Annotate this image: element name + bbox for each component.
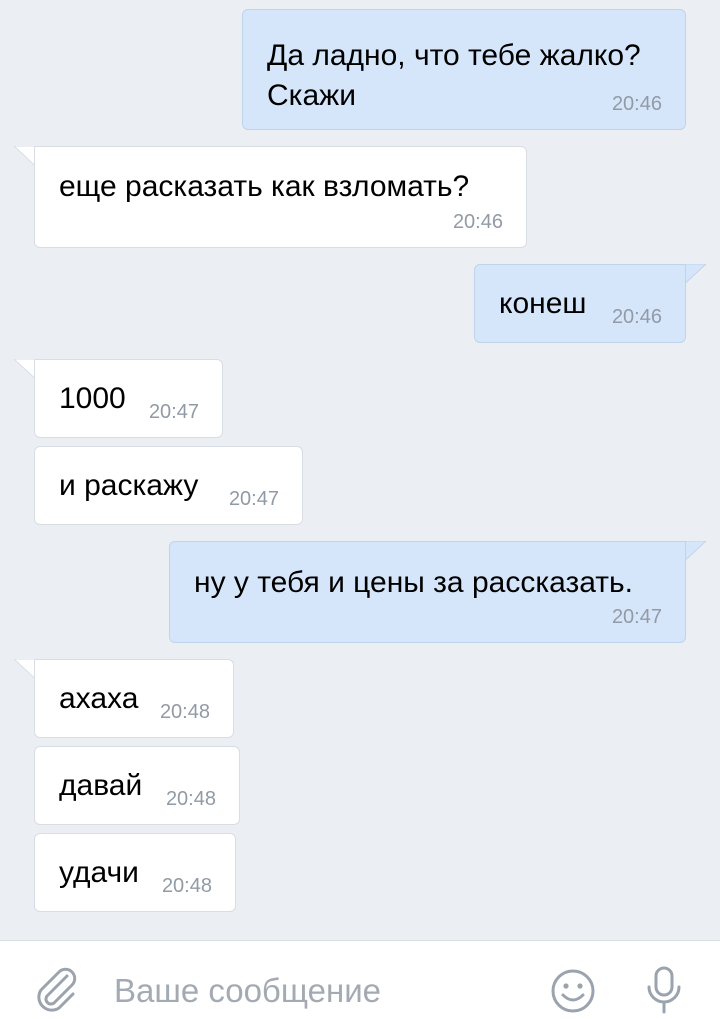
message-time: 20:47	[148, 401, 199, 423]
microphone-icon[interactable]	[644, 965, 684, 1015]
message-time: 20:47	[611, 606, 662, 628]
message-time: 20:48	[159, 701, 210, 723]
message-time: 20:48	[161, 875, 212, 897]
message-outgoing[interactable]: ну у тебя и цены за рассказать. 20:47	[169, 541, 686, 643]
message-text: ахаха	[59, 682, 139, 715]
message-input[interactable]: Ваше сообщение	[114, 971, 381, 1011]
message-outgoing[interactable]: Да ладно, что тебе жалко? Скажи 20:46	[242, 9, 686, 130]
message-incoming[interactable]: удачи 20:48	[34, 833, 236, 912]
message-text: еще расказать как взломать?	[59, 170, 470, 203]
smiley-icon[interactable]	[550, 968, 596, 1014]
message-time: 20:46	[611, 93, 662, 115]
message-incoming[interactable]: 1000 20:47	[34, 359, 223, 438]
message-time: 20:47	[228, 488, 279, 510]
message-time: 20:46	[611, 306, 662, 328]
message-text: давай	[59, 769, 143, 802]
message-time: 20:48	[165, 788, 216, 810]
message-text: и раскажу	[59, 469, 199, 502]
message-text: Да ладно, что тебе жалко? Скажи	[267, 39, 641, 112]
message-incoming[interactable]: еще расказать как взломать? 20:46	[34, 146, 527, 248]
message-text: 1000	[59, 382, 126, 415]
message-outgoing[interactable]: конеш 20:46	[474, 264, 686, 343]
message-text: удачи	[59, 856, 139, 889]
message-incoming[interactable]: давай 20:48	[34, 746, 240, 825]
message-incoming[interactable]: ахаха 20:48	[34, 659, 234, 738]
message-time: 20:46	[452, 211, 503, 233]
message-text: ну у тебя и цены за рассказать.	[194, 566, 633, 599]
message-list[interactable]: Да ладно, что тебе жалко? Скажи 20:46 ещ…	[0, 0, 720, 940]
message-text: конеш	[499, 287, 587, 320]
message-composer: Ваше сообщение	[0, 940, 720, 1019]
message-incoming[interactable]: и раскажу 20:47	[34, 446, 303, 525]
paperclip-icon[interactable]	[34, 967, 80, 1013]
